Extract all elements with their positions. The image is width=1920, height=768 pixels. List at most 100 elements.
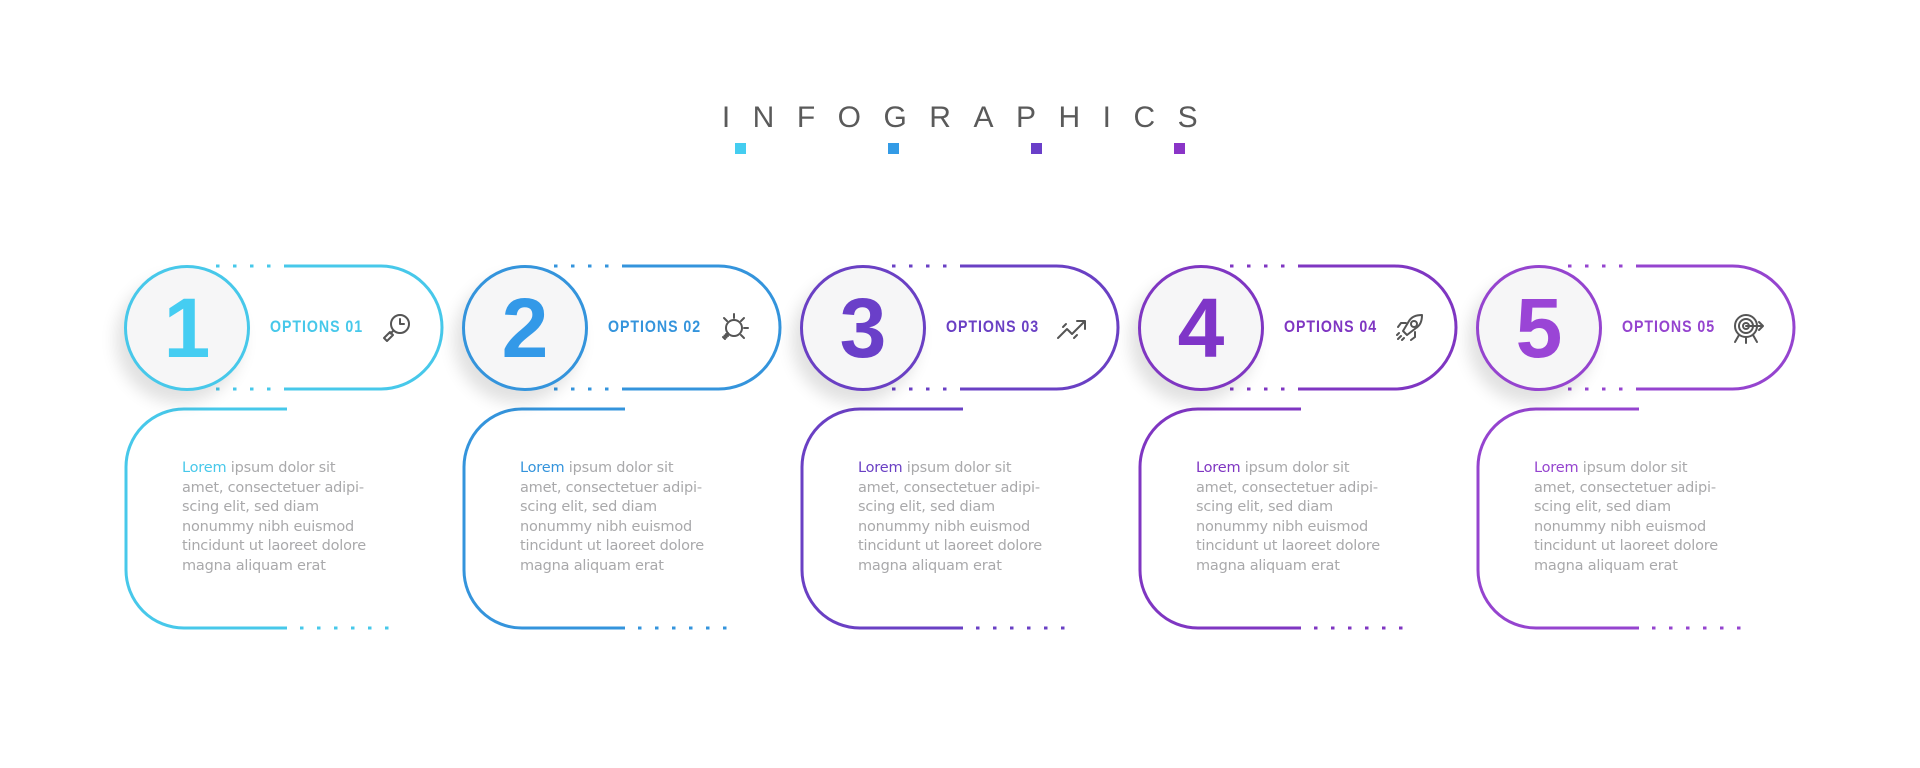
description-line: tincidunt ut laoreet dolore — [520, 538, 704, 555]
dot — [1264, 264, 1268, 268]
description-line: tincidunt ut laoreet dolore — [1534, 538, 1718, 555]
lightbulb-icon — [722, 313, 749, 340]
step-description: Lorem ipsum dolor sit amet, consectetuer … — [182, 459, 402, 577]
dot — [706, 626, 710, 630]
dot — [638, 626, 642, 630]
step-number: 3 — [839, 281, 887, 375]
description-line: scing elit, sed diam — [520, 499, 657, 516]
step-number-circle: 4 — [1138, 265, 1264, 391]
step-number: 5 — [1515, 281, 1563, 375]
description-line: magna aliquam erat — [858, 557, 1002, 574]
dot — [250, 387, 254, 391]
step-number-circle: 2 — [462, 265, 588, 391]
step-card-1: 1 OPTIONS 01 Lorem ipsum dolor sit amet, … — [92, 0, 444, 768]
description-line: nonummy nibh euismod — [182, 518, 354, 535]
dot — [1027, 626, 1031, 630]
dot — [926, 264, 930, 268]
description-line: scing elit, sed diam — [858, 499, 995, 516]
dot — [1737, 626, 1741, 630]
description-line: nonummy nibh euismod — [1196, 518, 1368, 535]
search-clock-icon — [383, 314, 410, 342]
description-line: magna aliquam erat — [1196, 557, 1340, 574]
description-line: amet, consectetuer adipi- — [858, 479, 1040, 496]
description-line: amet, consectetuer adipi- — [182, 479, 364, 496]
description-line: scing elit, sed diam — [1196, 499, 1333, 516]
description-lead-word: Lorem — [1534, 460, 1579, 476]
description-line: scing elit, sed diam — [182, 499, 319, 516]
dot — [267, 387, 271, 391]
box-dotted-line — [1314, 626, 1403, 630]
rocket-icon — [1396, 314, 1423, 341]
dot — [334, 626, 338, 630]
step-label: OPTIONS 03 — [946, 318, 1040, 336]
description-line: tincidunt ut laoreet dolore — [1196, 538, 1380, 555]
description-lead-word: Lorem — [858, 460, 903, 476]
dot — [1399, 626, 1403, 630]
box-dotted-line — [638, 626, 727, 630]
description-line: Lorem ipsum dolor sit — [1196, 460, 1350, 476]
dot — [588, 387, 592, 391]
dot — [605, 387, 609, 391]
step-card-5: 5 OPTIONS 05 Lorem ipsum dolor sit amet, … — [1444, 0, 1796, 768]
dot — [689, 626, 693, 630]
description-line: nonummy nibh euismod — [1534, 518, 1706, 535]
box-dotted-line — [300, 626, 389, 630]
dot — [1264, 387, 1268, 391]
dot — [723, 626, 727, 630]
step-label: OPTIONS 02 — [608, 318, 702, 336]
description-lead-word: Lorem — [520, 460, 565, 476]
box-dotted-line — [1652, 626, 1741, 630]
step-description: Lorem ipsum dolor sit amet, consectetuer … — [520, 459, 740, 577]
dot — [267, 264, 271, 268]
dot — [1061, 626, 1065, 630]
step-description: Lorem ipsum dolor sit amet, consectetuer … — [858, 459, 1078, 577]
description-line: amet, consectetuer adipi- — [1196, 479, 1378, 496]
step-number: 4 — [1177, 281, 1225, 375]
step-number-circle: 5 — [1476, 265, 1602, 391]
dot — [1314, 626, 1318, 630]
step-card-2: 2 OPTIONS 02 Lorem ipsum dolor sit amet, … — [430, 0, 782, 768]
dot — [1720, 626, 1724, 630]
description-line: nonummy nibh euismod — [858, 518, 1030, 535]
dot — [250, 264, 254, 268]
dot — [1365, 626, 1369, 630]
description-line: magna aliquam erat — [520, 557, 664, 574]
dot — [943, 387, 947, 391]
description-line: tincidunt ut laoreet dolore — [858, 538, 1042, 555]
dot — [1281, 264, 1285, 268]
description-line: amet, consectetuer adipi- — [520, 479, 702, 496]
dot — [1382, 626, 1386, 630]
description-line: nonummy nibh euismod — [520, 518, 692, 535]
description-line: amet, consectetuer adipi- — [1534, 479, 1716, 496]
dot — [300, 626, 304, 630]
dot — [976, 626, 980, 630]
dot — [926, 387, 930, 391]
dot — [1331, 626, 1335, 630]
dot — [588, 264, 592, 268]
dot — [385, 626, 389, 630]
dot — [993, 626, 997, 630]
dot — [1703, 626, 1707, 630]
dot — [1686, 626, 1690, 630]
dot — [1619, 387, 1623, 391]
dot — [1010, 626, 1014, 630]
dot — [605, 264, 609, 268]
dot — [943, 264, 947, 268]
step-number-circle: 3 — [800, 265, 926, 391]
description-line: Lorem ipsum dolor sit — [1534, 460, 1688, 476]
description-lead-word: Lorem — [182, 460, 227, 476]
description-line: Lorem ipsum dolor sit — [182, 460, 336, 476]
step-label: OPTIONS 04 — [1284, 318, 1378, 336]
dot — [672, 626, 676, 630]
dot — [1652, 626, 1656, 630]
dot — [1602, 264, 1606, 268]
trending-up-icon — [1057, 320, 1086, 339]
description-line: magna aliquam erat — [1534, 557, 1678, 574]
dot — [368, 626, 372, 630]
description-line: Lorem ipsum dolor sit — [858, 460, 1012, 476]
dot — [1619, 264, 1623, 268]
step-number-circle: 1 — [124, 265, 250, 391]
step-label: OPTIONS 01 — [270, 318, 364, 336]
box-dotted-line — [976, 626, 1065, 630]
step-card-4: 4 OPTIONS 04 Lorem ipsum dolor sit amet, … — [1106, 0, 1458, 768]
